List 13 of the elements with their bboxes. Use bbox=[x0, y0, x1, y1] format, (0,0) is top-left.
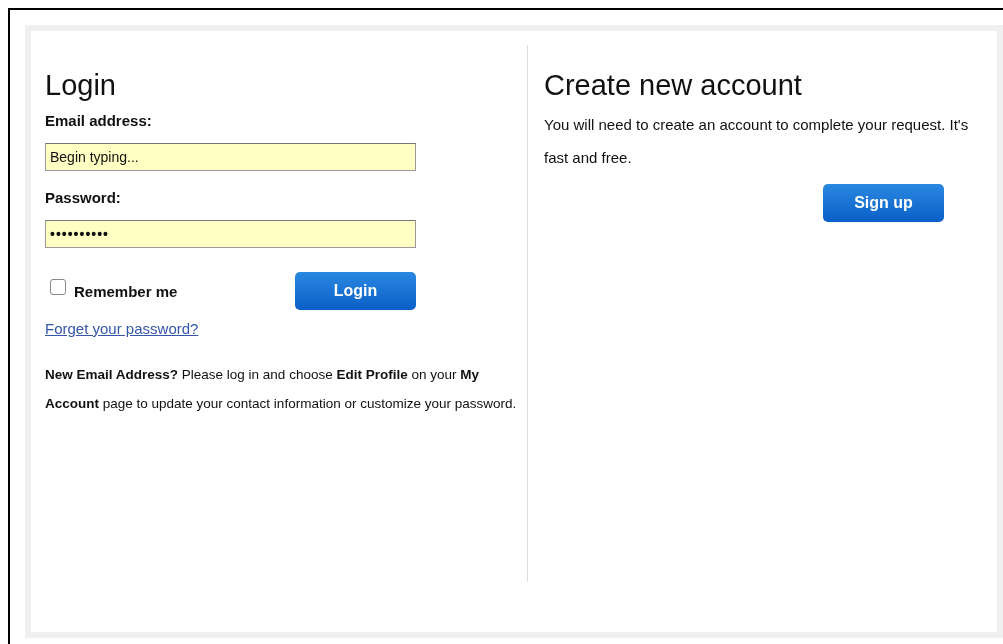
email-field[interactable]: Begin typing... bbox=[45, 143, 416, 171]
password-label: Password: bbox=[45, 189, 122, 206]
login-button[interactable]: Login bbox=[295, 272, 416, 310]
sign-up-button[interactable]: Sign up bbox=[823, 184, 944, 222]
login-heading: Login bbox=[45, 69, 117, 102]
password-field[interactable]: •••••••••• bbox=[45, 220, 416, 248]
info-paragraph: New Email Address? Please log in and choose Edit Profile on your My Account page to update your contact information or customize your password. bbox=[45, 366, 518, 413]
remember-checkbox[interactable] bbox=[50, 279, 66, 295]
create-account-heading: Create new account bbox=[544, 69, 803, 102]
email-label: Email address: bbox=[45, 112, 153, 129]
forgot-password-link[interactable]: Forget your password? bbox=[45, 320, 199, 337]
remember-label: Remember me bbox=[74, 282, 178, 300]
info-text: You will need to create an account to complete your request. It's fast and free. bbox=[544, 115, 970, 168]
